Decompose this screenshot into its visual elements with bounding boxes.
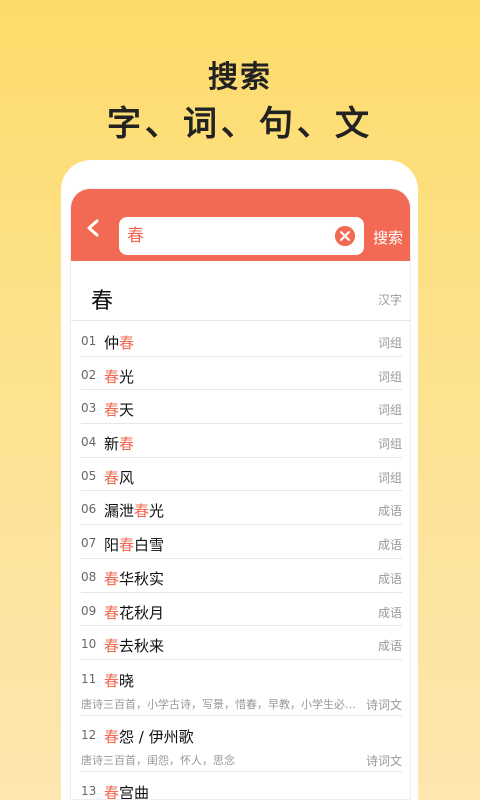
row-number: 13 bbox=[81, 783, 97, 798]
row-number: 04 bbox=[81, 435, 97, 450]
word-prefix: 仲 bbox=[104, 334, 120, 352]
word-prefix: 漏泄 bbox=[104, 502, 135, 521]
word-highlight: 春 bbox=[104, 367, 120, 386]
row-word: 春怨 / 伊州歌 bbox=[104, 726, 194, 747]
word-suffix: 光 bbox=[119, 367, 135, 386]
poem-description: 唐诗三百首，小学古诗，写景，惜春，早教，小学生必… bbox=[81, 697, 356, 711]
word-highlight: 春 bbox=[119, 334, 135, 352]
row-number: 07 bbox=[81, 536, 97, 551]
word-highlight: 春 bbox=[104, 468, 120, 487]
row-number: 05 bbox=[81, 468, 97, 483]
row-number: 01 bbox=[81, 334, 97, 348]
word-suffix: 晓 bbox=[119, 671, 135, 690]
word-highlight: 春 bbox=[104, 637, 120, 656]
row-word: 仲春 bbox=[104, 332, 134, 353]
word-highlight: 春 bbox=[104, 783, 120, 800]
row-number: 03 bbox=[81, 401, 97, 416]
result-row[interactable]: 01 仲春 词组 bbox=[81, 323, 402, 357]
row-word: 漏泄春光 bbox=[104, 500, 164, 521]
result-row[interactable]: 10 春去秋来 成语 bbox=[81, 626, 402, 660]
row-tag: 成语 bbox=[377, 605, 402, 620]
word-prefix: 新 bbox=[104, 435, 120, 454]
search-app-bar: 搜索 bbox=[71, 189, 410, 261]
back-arrow-icon[interactable] bbox=[85, 219, 103, 237]
row-word: 春风 bbox=[104, 467, 134, 488]
result-row[interactable]: 06 漏泄春光 成语 bbox=[81, 491, 402, 526]
word-highlight: 春 bbox=[119, 435, 135, 454]
row-tag: 词组 bbox=[377, 369, 402, 384]
word-suffix: 风 bbox=[119, 468, 135, 487]
row-number: 12 bbox=[81, 727, 97, 742]
row-word: 新春 bbox=[104, 433, 134, 454]
row-number: 09 bbox=[81, 603, 97, 618]
word-highlight: 春 bbox=[104, 671, 120, 690]
result-row[interactable]: 08 春华秋实 成语 bbox=[81, 559, 402, 593]
row-tag: 词组 bbox=[377, 336, 402, 350]
result-row[interactable]: 04 新春 词组 bbox=[81, 424, 402, 458]
word-suffix: 白雪 bbox=[134, 536, 165, 555]
word-suffix: 去秋来 bbox=[119, 637, 165, 656]
row-word: 春晓 bbox=[104, 670, 134, 691]
row-number: 08 bbox=[81, 569, 97, 584]
row-word: 春天 bbox=[104, 399, 134, 420]
word-suffix: 光 bbox=[149, 502, 165, 521]
poem-row[interactable]: 11 春晓唐诗三百首，小学古诗，写景，惜春，早教，小学生必… 诗词文 bbox=[81, 660, 402, 716]
poem-row[interactable]: 13 春宫曲 bbox=[81, 772, 402, 800]
row-number: 11 bbox=[81, 671, 97, 686]
result-row[interactable]: 03 春天 词组 bbox=[81, 390, 402, 425]
row-word: 春宫曲 bbox=[104, 782, 150, 800]
row-tag: 词组 bbox=[377, 403, 402, 418]
search-button[interactable]: 搜索 bbox=[373, 227, 403, 248]
row-number: 10 bbox=[81, 637, 97, 652]
word-highlight: 春 bbox=[119, 536, 135, 555]
word-highlight: 春 bbox=[104, 569, 120, 588]
hero-word: 春 bbox=[91, 289, 114, 314]
row-tag: 词组 bbox=[377, 470, 402, 485]
word-highlight: 春 bbox=[104, 603, 120, 622]
row-word: 春花秋月 bbox=[104, 602, 164, 623]
word-suffix: 天 bbox=[119, 401, 135, 420]
result-row[interactable]: 02 春光 词组 bbox=[81, 357, 402, 391]
word-prefix: 阳 bbox=[104, 536, 120, 555]
promo-title: 搜索 bbox=[208, 60, 272, 95]
clear-icon[interactable] bbox=[335, 226, 355, 246]
search-input[interactable] bbox=[127, 217, 327, 255]
result-row[interactable]: 05 春风 词组 bbox=[81, 458, 402, 492]
search-box bbox=[119, 217, 364, 255]
result-row[interactable]: 07 阳春白雪 成语 bbox=[81, 525, 402, 559]
promo-subtitle: 字、词、句、文 bbox=[107, 104, 373, 144]
row-tag: 成语 bbox=[377, 571, 402, 586]
word-highlight: 春 bbox=[134, 502, 150, 521]
row-tag: 诗词文 bbox=[365, 697, 402, 712]
poem-description: 唐诗三百首，闺怨，怀人，思念 bbox=[81, 753, 235, 767]
row-tag: 成语 bbox=[377, 639, 402, 654]
poem-row[interactable]: 12 春怨 / 伊州歌唐诗三百首，闺怨，怀人，思念 诗词文 bbox=[81, 716, 402, 772]
row-tag: 成语 bbox=[377, 504, 402, 519]
row-number: 02 bbox=[81, 367, 97, 382]
word-suffix: 花秋月 bbox=[119, 603, 165, 622]
row-tag: 诗词文 bbox=[365, 753, 402, 768]
row-word: 春去秋来 bbox=[104, 635, 164, 656]
word-suffix: 宫曲 bbox=[119, 783, 150, 800]
word-highlight: 春 bbox=[104, 401, 120, 420]
app-screen: 搜索 春 汉字 01仲春词组02春光词组03春天词组04新春词组05春风词组06… bbox=[70, 188, 411, 800]
row-word: 春华秋实 bbox=[104, 568, 164, 589]
result-hero-char[interactable]: 春 汉字 bbox=[71, 261, 410, 321]
word-suffix: 怨 / 伊州歌 bbox=[119, 727, 194, 746]
row-word: 阳春白雪 bbox=[104, 534, 164, 555]
row-tag: 词组 bbox=[377, 437, 402, 452]
word-suffix: 华秋实 bbox=[119, 569, 165, 588]
result-row[interactable]: 09 春花秋月 成语 bbox=[81, 593, 402, 627]
word-highlight: 春 bbox=[104, 727, 120, 746]
hero-tag: 汉字 bbox=[377, 293, 402, 307]
row-number: 06 bbox=[81, 502, 97, 517]
row-tag: 成语 bbox=[377, 538, 402, 553]
result-list: 01 仲春 词组 02 春光 词组 03 春天 词组 04 新春 词组 05 春风 词组 06 漏泄春光 成语 07… bbox=[71, 323, 410, 800]
row-word: 春光 bbox=[104, 366, 134, 387]
